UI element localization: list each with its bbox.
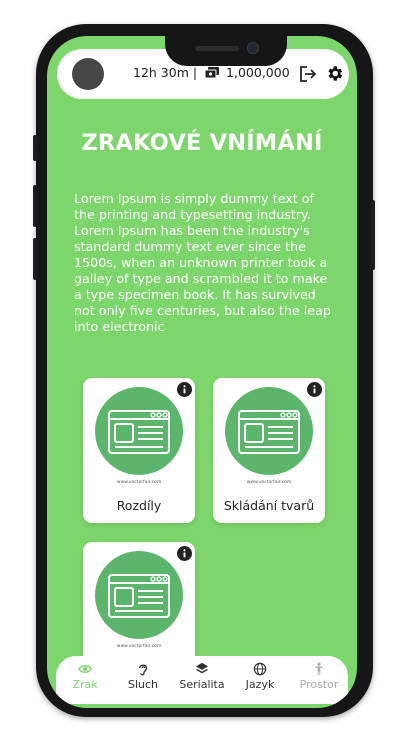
side-button: [371, 200, 375, 270]
image-credit: www.vectorfair.com: [116, 644, 162, 649]
nav-item-sluch[interactable]: Sluch: [114, 662, 172, 691]
card-label: Rozdíly: [116, 498, 162, 513]
nav-item-serialita[interactable]: Serialita: [173, 662, 231, 691]
coin-balance: 1,000,000: [226, 65, 290, 80]
nav-item-prostor[interactable]: Prostor: [290, 662, 348, 691]
card-illustration: [95, 551, 183, 639]
globe-icon: [253, 662, 267, 676]
logout-icon[interactable]: [299, 65, 317, 83]
card-illustration: [95, 387, 183, 475]
side-button: [33, 238, 37, 280]
page-title: ZRAKOVÉ VNÍMÁNÍ: [81, 130, 323, 156]
side-button: [33, 135, 37, 161]
nav-label: Sluch: [127, 678, 159, 691]
nav-label: Zrak: [72, 678, 98, 691]
nav-item-jazyk[interactable]: Jazyk: [231, 662, 289, 691]
phone-notch: [165, 36, 287, 66]
exercise-card-rozdily[interactable]: www.vectorfair.com Rozdíly: [83, 378, 195, 523]
card-illustration: [225, 387, 313, 475]
exercise-card-skladani-tvaru[interactable]: www.vectorfair.com Skládání tvarů: [213, 378, 325, 523]
page-description: Lorem Ipsum is simply dummy text of the …: [74, 191, 331, 334]
image-credit: www.vectorfair.com: [116, 480, 162, 485]
status-stats: 12h 30m | 1,000,000: [133, 65, 290, 80]
figure-icon: [315, 662, 323, 676]
image-credit: www.vectorfair.com: [246, 480, 292, 485]
time-remaining: 12h 30m |: [133, 65, 198, 80]
nav-item-zrak[interactable]: Zrak: [56, 662, 114, 691]
card-label: Skládání tvarů: [223, 498, 315, 513]
nav-label: Jazyk: [245, 678, 275, 691]
eye-icon: [78, 665, 92, 673]
side-button: [33, 185, 37, 227]
nav-label: Serialita: [179, 678, 225, 691]
layers-icon: [195, 662, 209, 674]
money-icon: [205, 67, 220, 78]
ear-icon: [138, 664, 148, 676]
gear-icon[interactable]: [325, 64, 344, 83]
avatar[interactable]: [72, 58, 104, 90]
app-screen: 12h 30m | 1,000,000 ZRAKOVÉ VNÍMÁNÍ Lore: [47, 36, 357, 708]
bottom-nav: Zrak Sluch Serialita Jazyk Prostor: [56, 656, 348, 704]
nav-label: Prostor: [299, 678, 339, 691]
